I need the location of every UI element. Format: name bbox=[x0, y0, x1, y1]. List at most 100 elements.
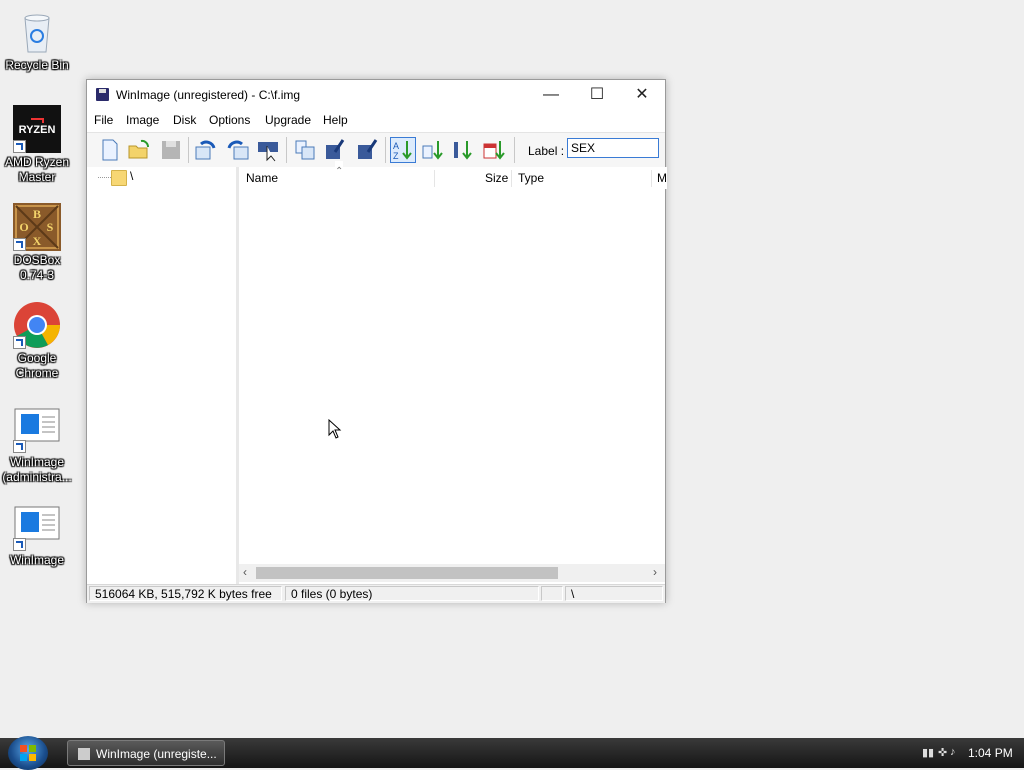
menu-image[interactable]: Image bbox=[126, 113, 159, 127]
taskbar: WinImage (unregiste... ▮▮ ✜ ♪ 1:04 PM bbox=[0, 736, 1024, 770]
scroll-right-icon[interactable]: › bbox=[653, 565, 657, 579]
save-icon bbox=[162, 141, 180, 159]
inject-icon bbox=[326, 139, 345, 159]
windows-logo-icon bbox=[20, 745, 36, 761]
svg-text:A: A bbox=[393, 141, 399, 151]
dosbox-icon: BO SX bbox=[13, 203, 61, 251]
file-list[interactable]: Name ⌃ Size Type M bbox=[239, 161, 667, 584]
tree-item-root[interactable]: \ bbox=[130, 169, 133, 183]
toolbar-separator bbox=[385, 137, 386, 163]
column-size[interactable]: Size bbox=[485, 167, 509, 189]
window-title: WinImage (unregistered) - C:\f.img bbox=[116, 88, 301, 102]
desktop-icon-amd-ryzen-master[interactable]: RYZEN AMD Ryzen Master bbox=[2, 105, 72, 185]
extract-icon bbox=[295, 140, 315, 160]
volume-label-input[interactable] bbox=[567, 138, 659, 158]
taskbar-winimage-button[interactable]: WinImage (unregiste... bbox=[67, 740, 225, 766]
desktop-icon-winimage[interactable]: WinImage bbox=[2, 503, 72, 568]
desktop-icon-label: WinImage bbox=[9, 553, 65, 567]
open-folder-icon bbox=[128, 139, 150, 159]
menu-upgrade[interactable]: Upgrade bbox=[265, 113, 311, 127]
sort-by-type-button[interactable] bbox=[421, 138, 445, 162]
ryzen-icon: RYZEN bbox=[13, 105, 61, 153]
extract-button[interactable] bbox=[293, 138, 317, 162]
folder-icon bbox=[111, 170, 127, 186]
sort-by-date-button[interactable] bbox=[482, 138, 506, 162]
delete-button[interactable] bbox=[355, 138, 379, 162]
dosbox-letter: B bbox=[33, 207, 41, 221]
start-button[interactable] bbox=[8, 736, 48, 770]
desktop-icon-label: Google Chrome bbox=[15, 351, 59, 380]
scroll-left-icon[interactable]: ‹ bbox=[243, 565, 247, 579]
tray-mic-icon[interactable]: ✜ bbox=[938, 746, 947, 759]
toolbar-separator bbox=[514, 137, 515, 163]
floppy-disk-icon bbox=[96, 88, 109, 101]
system-clock[interactable]: 1:04 PM bbox=[968, 746, 1013, 760]
open-button[interactable] bbox=[127, 138, 151, 162]
delete-icon bbox=[358, 139, 378, 159]
shortcut-arrow-icon bbox=[13, 336, 26, 349]
status-empty bbox=[541, 586, 563, 601]
read-disk-button[interactable] bbox=[193, 138, 217, 162]
recycle-bin-icon bbox=[13, 8, 61, 56]
sort-az-icon: AZ bbox=[393, 141, 412, 161]
dosbox-letter: X bbox=[33, 234, 42, 248]
desktop-icon-label: AMD Ryzen Master bbox=[4, 155, 69, 184]
toolbar: AZ Label : bbox=[87, 132, 665, 168]
cursor-select-icon bbox=[258, 142, 278, 162]
menu-file[interactable]: File bbox=[94, 113, 113, 127]
save-button[interactable] bbox=[159, 138, 183, 162]
shortcut-arrow-icon bbox=[13, 538, 26, 551]
sort-date-icon bbox=[483, 141, 505, 160]
sort-by-size-button[interactable] bbox=[451, 138, 475, 162]
column-separator[interactable] bbox=[434, 170, 435, 187]
scrollbar-thumb[interactable] bbox=[256, 567, 558, 579]
menu-help[interactable]: Help bbox=[323, 113, 348, 127]
write-disk-button[interactable] bbox=[226, 138, 250, 162]
menu-options[interactable]: Options bbox=[209, 113, 250, 127]
column-type[interactable]: Type bbox=[518, 167, 545, 189]
label-caption: Label : bbox=[528, 144, 565, 158]
desktop-icon-recycle-bin[interactable]: Recycle Bin bbox=[2, 8, 72, 73]
shortcut-arrow-icon bbox=[13, 140, 26, 153]
sort-size-icon bbox=[454, 141, 472, 160]
column-separator[interactable] bbox=[651, 170, 652, 187]
folder-tree: \ bbox=[87, 167, 239, 584]
winimage-icon bbox=[13, 503, 61, 551]
new-image-button[interactable] bbox=[98, 138, 122, 162]
tray-network-icon[interactable]: ▮▮ bbox=[922, 746, 934, 759]
inject-button[interactable] bbox=[323, 138, 347, 162]
desktop-icon-winimage-admin[interactable]: WinImage (administra... bbox=[2, 405, 72, 485]
winimage-icon bbox=[13, 405, 61, 453]
tray-volume-icon[interactable]: ♪ bbox=[950, 746, 956, 758]
toolbar-separator bbox=[286, 137, 287, 163]
column-modified[interactable]: M bbox=[657, 167, 667, 189]
minimize-button[interactable]: — bbox=[528, 80, 574, 110]
status-bar: 516064 KB, 515,792 K bytes free 0 files … bbox=[87, 584, 665, 603]
select-button[interactable] bbox=[257, 138, 281, 162]
mouse-cursor-icon bbox=[328, 419, 342, 439]
horizontal-scrollbar[interactable]: ‹ › bbox=[239, 564, 665, 582]
toolbar-separator bbox=[188, 137, 189, 163]
ryzen-logo-text: RYZEN bbox=[19, 124, 56, 136]
new-file-icon bbox=[102, 139, 118, 161]
read-disk-icon bbox=[195, 140, 216, 160]
dosbox-letter: O bbox=[19, 220, 28, 234]
maximize-button[interactable]: ☐ bbox=[574, 80, 620, 110]
status-file-count: 0 files (0 bytes) bbox=[285, 586, 539, 601]
floppy-disk-icon bbox=[78, 748, 90, 760]
desktop-icon-label: DOSBox 0.74-3 bbox=[13, 253, 61, 282]
menu-disk[interactable]: Disk bbox=[173, 113, 196, 127]
sort-by-name-button[interactable]: AZ bbox=[390, 137, 416, 163]
taskbar-button-label: WinImage (unregiste... bbox=[96, 747, 217, 761]
desktop-icon-label: WinImage (administra... bbox=[2, 455, 72, 484]
title-bar[interactable]: WinImage (unregistered) - C:\f.img — ☐ ✕ bbox=[87, 80, 665, 110]
svg-text:Z: Z bbox=[393, 151, 399, 161]
close-button[interactable]: ✕ bbox=[619, 80, 665, 110]
write-disk-icon bbox=[227, 140, 249, 160]
column-name[interactable]: Name bbox=[246, 167, 279, 189]
status-disk-space: 516064 KB, 515,792 K bytes free bbox=[89, 586, 282, 601]
column-separator[interactable] bbox=[511, 170, 512, 187]
desktop-icon-dosbox[interactable]: BO SX DOSBox 0.74-3 bbox=[2, 203, 72, 283]
desktop-icon-google-chrome[interactable]: Google Chrome bbox=[2, 301, 72, 381]
status-path: \ bbox=[565, 586, 663, 601]
